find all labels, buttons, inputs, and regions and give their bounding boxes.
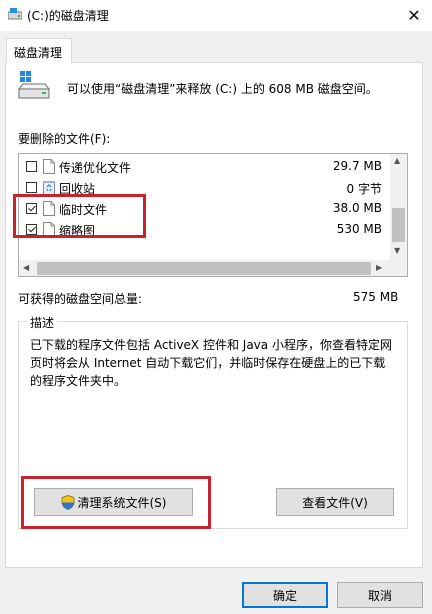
file-size: 38.0 MB bbox=[332, 201, 382, 215]
checkbox-checked[interactable] bbox=[26, 224, 37, 235]
list-item[interactable]: 缩略图 530 MB bbox=[19, 219, 390, 240]
cancel-button[interactable]: 取消 bbox=[337, 582, 423, 608]
file-icon bbox=[43, 222, 55, 237]
drive-icon bbox=[18, 71, 50, 99]
cleanup-system-files-label: 清理系统文件(S) bbox=[77, 495, 167, 510]
cleanup-system-files-button[interactable]: 清理系统文件(S) bbox=[34, 488, 193, 516]
scroll-up-arrow-icon[interactable]: ▲ bbox=[394, 156, 400, 165]
file-size: 0 字节 bbox=[346, 182, 382, 196]
file-size: 530 MB bbox=[336, 222, 382, 236]
file-icon bbox=[43, 201, 55, 216]
view-files-button[interactable]: 查看文件(V) bbox=[276, 488, 394, 516]
total-space-label: 可获得的磁盘空间总量: bbox=[18, 292, 143, 306]
total-space-value: 575 MB bbox=[353, 290, 399, 304]
vertical-scroll-thumb[interactable] bbox=[392, 208, 405, 242]
scroll-right-arrow-icon[interactable]: ▶ bbox=[376, 263, 382, 272]
file-name: 临时文件 bbox=[59, 203, 108, 217]
list-item[interactable]: 传递优化文件 29.7 MB bbox=[19, 156, 390, 177]
files-to-delete-label: 要删除的文件(F): bbox=[18, 132, 111, 146]
file-size: 29.7 MB bbox=[332, 159, 382, 173]
tab-label: 磁盘清理 bbox=[14, 46, 63, 60]
checkbox[interactable] bbox=[26, 182, 37, 193]
description-title: 描述 bbox=[27, 314, 58, 331]
close-button[interactable]: ✕ bbox=[396, 0, 432, 30]
cleanup-summary: 可以使用“磁盘清理”来释放 (C:) 上的 608 MB 磁盘空间。 bbox=[67, 82, 378, 96]
scroll-down-arrow-icon[interactable]: ▼ bbox=[394, 246, 400, 255]
checkbox[interactable] bbox=[26, 161, 37, 172]
checkbox-checked[interactable] bbox=[26, 203, 37, 214]
list-item[interactable]: 回收站 0 字节 bbox=[19, 177, 390, 198]
file-icon bbox=[43, 159, 55, 174]
files-list[interactable]: 传递优化文件 29.7 MB 回收站 0 字节 临时文件 38.0 MB 缩略图… bbox=[18, 153, 408, 277]
file-name: 缩略图 bbox=[59, 224, 96, 238]
horizontal-scroll-thumb[interactable] bbox=[37, 262, 371, 275]
scroll-left-arrow-icon[interactable]: ◀ bbox=[23, 263, 29, 272]
window-title: (C:)的磁盘清理 bbox=[27, 9, 109, 23]
vertical-scrollbar[interactable]: ▲ ▼ bbox=[390, 154, 407, 260]
ok-button[interactable]: 确定 bbox=[242, 582, 328, 608]
tab-disk-cleanup[interactable]: 磁盘清理 bbox=[6, 38, 72, 63]
recycle-bin-icon bbox=[43, 181, 55, 195]
shield-icon bbox=[61, 494, 74, 510]
list-item[interactable]: 临时文件 38.0 MB bbox=[19, 198, 390, 219]
disk-cleanup-app-icon bbox=[8, 8, 22, 20]
description-text: 已下载的程序文件包括 ActiveX 控件和 Java 小程序，你查看特定网页时… bbox=[30, 338, 392, 388]
file-name: 回收站 bbox=[59, 182, 96, 196]
file-name: 传递优化文件 bbox=[59, 161, 132, 175]
horizontal-scrollbar[interactable]: ◀ ▶ bbox=[19, 260, 390, 276]
scrollbar-corner bbox=[390, 260, 407, 276]
